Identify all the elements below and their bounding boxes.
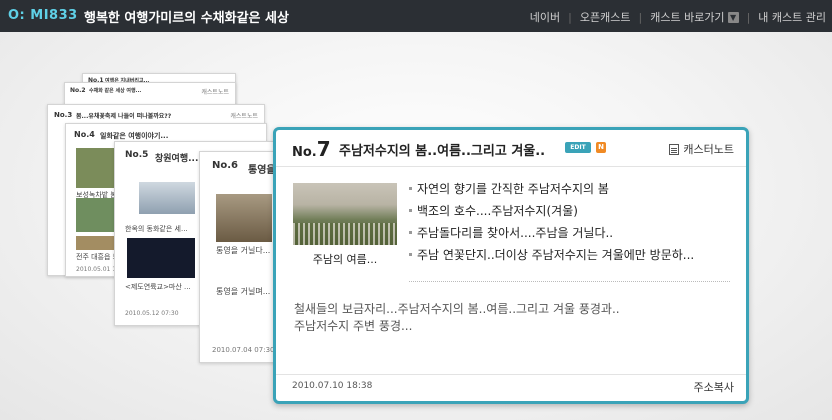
post-thumbnail[interactable] <box>216 194 272 242</box>
card-title: 수채화 같은 세상 여행... <box>89 88 142 94</box>
nav-cast-shortcut[interactable]: 캐스트 바로가기 <box>650 9 724 25</box>
post-caption[interactable]: <제도연륙교>마산 ... <box>125 282 191 292</box>
chevron-down-icon[interactable]: ▼ <box>727 11 739 23</box>
top-nav: 네이버 | 오픈캐스트 | 캐스트 바로가기 ▼ | 내 캐스트 관리 <box>530 9 826 25</box>
nav-my-cast[interactable]: 내 캐스트 관리 <box>758 9 826 25</box>
card-header: No.7 주남저수지의 봄..여름..그리고 겨울.. EDIT N 캐스터노트 <box>276 130 746 167</box>
nav-opencast[interactable]: 오픈캐스트 <box>580 9 631 25</box>
edit-badge[interactable]: EDIT <box>565 142 591 153</box>
divider <box>409 281 730 282</box>
card-summary: 철새들의 보금자리...주남저수지의 봄..여름..그리고 겨울 풍경과.. 주… <box>294 302 620 333</box>
post-caption[interactable]: 통영을 거닐며... <box>216 286 270 297</box>
cast-card-7[interactable]: No.7 주남저수지의 봄..여름..그리고 겨울.. EDIT N 캐스터노트… <box>273 127 749 404</box>
top-bar: O: MI833 행복한 여행가미르의 수채화같은 세상 네이버 | 오픈캐스트… <box>0 0 832 32</box>
card-title: 일화같은 여행이야기... <box>100 132 169 140</box>
post-link[interactable]: 자연의 향기를 간직한 주남저수지의 봄 <box>409 182 694 204</box>
post-caption[interactable]: 통영을 거닐다... <box>216 245 270 256</box>
post-thumbnail[interactable] <box>76 198 114 232</box>
card-number: No.3 <box>54 111 73 119</box>
card-title: 봄...유채꽃축제 나들이 떠나볼까요?? <box>76 113 172 120</box>
nav-separator: | <box>638 10 643 24</box>
card-title[interactable]: 주남저수지의 봄..여름..그리고 겨울.. <box>339 140 545 159</box>
site-logo[interactable]: O: MI833 <box>8 8 78 23</box>
post-link[interactable]: 주남 연꽃단지..더이상 주남저수지는 겨울에만 방문하... <box>409 248 694 270</box>
thumbnail-caption[interactable]: 주남의 여름... <box>293 251 397 267</box>
card-title: 창원여행... <box>155 154 199 164</box>
post-thumbnail[interactable] <box>139 182 195 214</box>
card-date: 2010.07.10 18:38 <box>292 381 373 391</box>
post-thumbnail[interactable] <box>76 148 114 188</box>
card-number-prefix: No. <box>292 145 317 160</box>
card-number: No.6 <box>212 160 238 171</box>
card-number: No.2 <box>70 87 86 94</box>
note-icon <box>669 143 680 155</box>
card-date: 2010.05.12 07:30 <box>125 310 179 317</box>
copy-address-button[interactable]: 주소복사 <box>694 379 734 395</box>
post-thumbnail[interactable] <box>76 236 114 250</box>
card-number: No.5 <box>125 150 149 160</box>
post-list: 자연의 향기를 간직한 주남저수지의 봄 백조의 호수....주남저수지(겨울)… <box>409 182 694 270</box>
nav-separator: | <box>746 10 751 24</box>
card-number: No.4 <box>74 130 95 139</box>
post-caption[interactable]: 한옥의 동화같은 세... <box>125 224 188 234</box>
nav-naver[interactable]: 네이버 <box>530 9 560 25</box>
card-number-value: 7 <box>316 137 331 161</box>
post-thumbnail[interactable] <box>127 238 195 278</box>
post-link[interactable]: 주남돌다리를 찾아서....주남을 거닐다.. <box>409 226 694 248</box>
card-number: No.7 <box>292 137 331 161</box>
nav-separator: | <box>568 10 572 24</box>
caster-notes-label: 캐스터노트 <box>683 143 734 156</box>
new-badge: N <box>596 142 606 153</box>
site-title[interactable]: 행복한 여행가미르의 수채화같은 세상 <box>84 7 289 26</box>
post-link[interactable]: 백조의 호수....주남저수지(겨울) <box>409 204 694 226</box>
cast-note-link[interactable]: 캐스트노트 <box>230 111 258 120</box>
post-thumbnail[interactable] <box>293 183 397 245</box>
card-footer: 2010.07.10 18:38 주소복사 <box>276 374 746 401</box>
caster-notes-link[interactable]: 캐스터노트 <box>669 141 734 157</box>
card-date: 2010.07.04 07:30 <box>212 346 275 354</box>
cast-note-link[interactable]: 캐스트노트 <box>201 87 229 96</box>
